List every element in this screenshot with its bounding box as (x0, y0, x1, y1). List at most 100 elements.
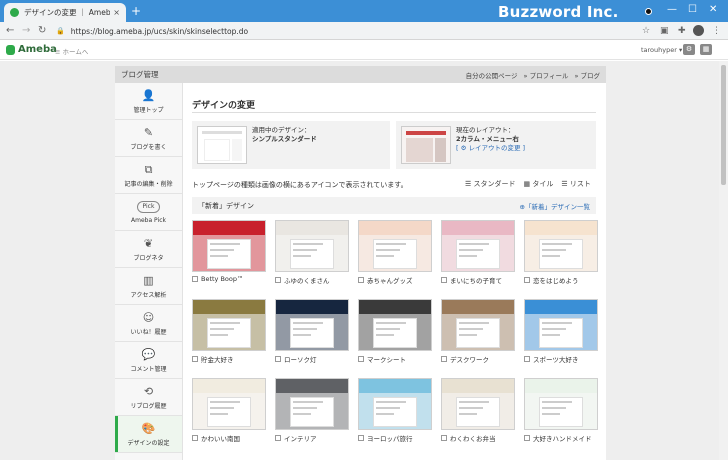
design-card[interactable]: マークシート (358, 299, 432, 364)
username-menu[interactable]: tarouhyper ▾ (641, 46, 682, 54)
design-thumbnail[interactable] (441, 220, 515, 272)
current-design-name: シンプルスタンダード (252, 135, 317, 143)
address-bar[interactable]: 🔒 https://blog.ameba.jp/ucs/skin/skinsel… (52, 23, 612, 39)
design-thumbnail[interactable] (358, 299, 432, 351)
design-card[interactable]: わくわくお弁当 (441, 378, 515, 443)
design-thumbnail[interactable] (441, 378, 515, 430)
design-card[interactable]: Betty Boop™ (192, 220, 266, 283)
design-name: Betty Boop™ (201, 275, 244, 283)
sidebar-item-label: リブログ履歴 (130, 402, 167, 410)
design-name-row: Betty Boop™ (192, 275, 266, 283)
design-thumbnail[interactable] (441, 299, 515, 351)
pen-icon: ✎ (143, 125, 154, 139)
design-card[interactable]: 大好きハンドメイド (524, 378, 598, 443)
reload-icon[interactable]: ↻ (38, 24, 46, 37)
design-thumbnail[interactable] (275, 299, 349, 351)
record-icon (645, 8, 652, 15)
minimize-button[interactable]: — (667, 3, 677, 17)
design-name: わくわくお弁当 (450, 435, 496, 443)
menu-dots-icon[interactable]: ⋮ (712, 25, 721, 37)
design-thumbnail[interactable] (192, 378, 266, 430)
design-thumbnail[interactable] (358, 220, 432, 272)
sidebar-item[interactable]: 🎨 デザインの設定 (115, 416, 182, 453)
design-thumbnail[interactable] (524, 299, 598, 351)
browser-tab[interactable]: デザインの変更 ｜ Ameba (アメーバ) × (4, 3, 126, 22)
new-designs-list-link[interactable]: ⊕「新着」デザイン一覧 (520, 201, 590, 211)
back-arrow-icon[interactable]: ← (6, 24, 14, 37)
ameba-logo[interactable]: Ameba (6, 44, 57, 55)
design-name: ヨーロッパ旅行 (367, 435, 413, 443)
profile-link[interactable]: » プロフィール (524, 70, 569, 80)
lock-icon: 🔒 (56, 27, 65, 35)
page-type-icon (441, 356, 447, 362)
watermark-text: Buzzword Inc. (498, 3, 619, 21)
grid-menu-icon[interactable]: ▦ (700, 44, 712, 55)
cast-icon[interactable]: ▣ (660, 25, 669, 37)
design-card[interactable]: ふゆのくまさん (275, 220, 349, 285)
new-designs-title: 「新着」デザイン (198, 201, 254, 210)
forward-arrow-icon[interactable]: → (22, 24, 30, 37)
design-card[interactable]: かわいい南国 (192, 378, 266, 443)
design-card[interactable]: まいにちの子育て (441, 220, 515, 285)
design-name: マークシート (367, 356, 406, 364)
extensions-icon[interactable]: ✚ (678, 25, 686, 37)
view-standard-button[interactable]: ☰ スタンダード (465, 179, 516, 189)
design-name-row: ローソク灯 (275, 354, 349, 364)
design-card[interactable]: ヨーロッパ旅行 (358, 378, 432, 443)
design-thumbnail[interactable] (358, 378, 432, 430)
public-page-link[interactable]: 自分の公開ページ (466, 70, 518, 80)
tab-close-icon[interactable]: × (113, 8, 120, 17)
sidebar-item[interactable]: ☺ いいね！履歴 (115, 305, 182, 342)
page-scrollbar[interactable] (719, 61, 728, 460)
design-card[interactable]: 恋をはじめよう (524, 220, 598, 285)
design-card[interactable]: ローソク灯 (275, 299, 349, 364)
design-name: スポーツ大好き (533, 356, 579, 364)
comment-icon: 💬 (141, 347, 156, 361)
design-name-row: かわいい南国 (192, 433, 266, 443)
design-thumbnail[interactable] (275, 378, 349, 430)
blog-link[interactable]: » ブログ (574, 70, 600, 80)
design-card[interactable]: インテリア (275, 378, 349, 443)
design-card[interactable]: 貯金大好き (192, 299, 266, 364)
design-thumbnail[interactable] (275, 220, 349, 272)
sidebar-item[interactable]: ⟲ リブログ履歴 (115, 379, 182, 416)
sidebar-item[interactable]: ▥ アクセス解析 (115, 268, 182, 305)
design-thumbnail[interactable] (192, 299, 266, 351)
change-layout-link[interactable]: [ ⚙ レイアウトの変更 ] (456, 144, 525, 153)
design-name: デスクワーク (450, 356, 489, 364)
current-design-text: 適用中のデザイン： シンプルスタンダード (252, 126, 317, 144)
maximize-button[interactable]: ☐ (688, 3, 697, 17)
design-name-row: 恋をはじめよう (524, 275, 598, 285)
new-designs-header: 「新着」デザイン ⊕「新着」デザイン一覧 (192, 197, 596, 214)
sidebar-item[interactable]: ✎ ブログを書く (115, 120, 182, 157)
design-thumbnail[interactable] (524, 378, 598, 430)
design-card[interactable]: デスクワーク (441, 299, 515, 364)
sidebar-item[interactable]: 👤 管理トップ (115, 83, 182, 120)
design-name: 恋をはじめよう (533, 277, 579, 285)
sidebar-item-label: アクセス解析 (130, 291, 167, 299)
close-window-button[interactable]: ✕ (709, 3, 717, 17)
panel-header: ブログ管理 自分の公開ページ » プロフィール » ブログ (115, 66, 606, 83)
sidebar-item[interactable]: 💬 コメント管理 (115, 342, 182, 379)
design-name: 貯金大好き (201, 356, 234, 364)
profile-avatar[interactable] (693, 25, 704, 36)
design-card[interactable]: スポーツ大好き (524, 299, 598, 364)
header-links: 自分の公開ページ » プロフィール » ブログ (466, 70, 600, 80)
view-list-button[interactable]: ☰ リスト (561, 179, 591, 189)
design-thumbnail[interactable] (524, 220, 598, 272)
sidebar-item[interactable]: ❦ ブログネタ (115, 231, 182, 268)
browser-titlebar: デザインの変更 ｜ Ameba (アメーバ) × + Buzzword Inc.… (0, 0, 728, 22)
design-name: インテリア (284, 435, 317, 443)
home-link[interactable]: ≡ ホームへ (55, 46, 88, 56)
design-name-row: 赤ちゃんグッズ (358, 275, 432, 285)
design-thumbnail[interactable] (192, 220, 266, 272)
view-tile-button[interactable]: ▦ タイル (524, 179, 554, 189)
ameba-header: Ameba ≡ ホームへ tarouhyper ▾ ⚙ ▦ (0, 40, 728, 60)
design-card[interactable]: 赤ちゃんグッズ (358, 220, 432, 285)
sidebar-item[interactable]: ⧉ 記事の編集・削除 (115, 157, 182, 194)
star-icon[interactable]: ☆ (642, 25, 650, 37)
settings-gear-icon[interactable]: ⚙ (683, 44, 695, 55)
scrollbar-thumb[interactable] (721, 65, 726, 185)
sidebar-item[interactable]: Pick Ameba Pick (115, 194, 182, 231)
new-tab-button[interactable]: + (131, 4, 141, 18)
